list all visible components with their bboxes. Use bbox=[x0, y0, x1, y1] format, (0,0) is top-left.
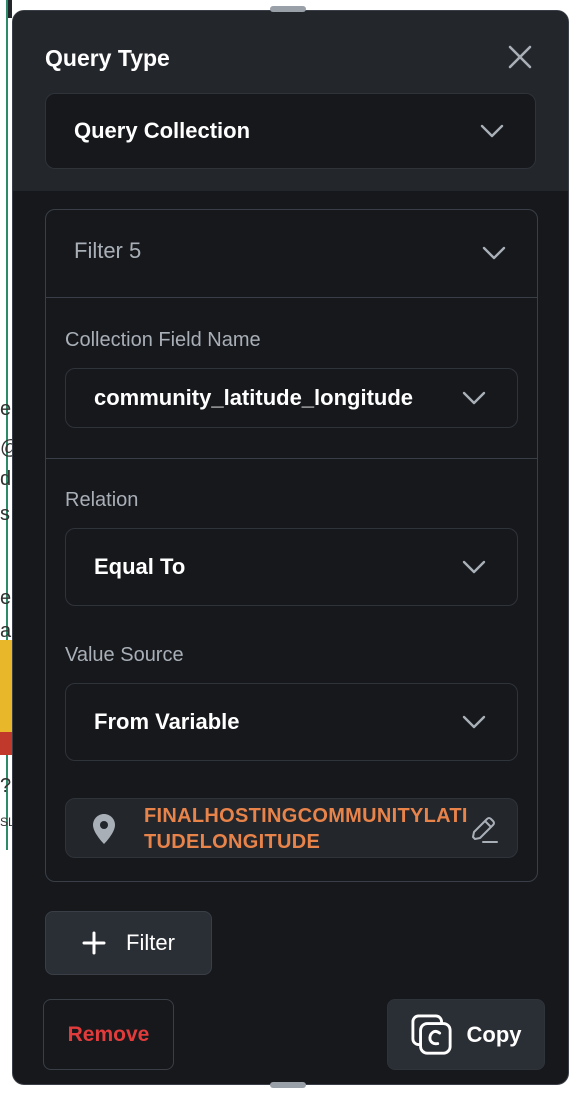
background-text: e bbox=[0, 587, 12, 609]
location-pin-icon bbox=[93, 814, 115, 844]
background-image bbox=[0, 640, 12, 755]
chevron-down-icon bbox=[462, 560, 486, 574]
bottom-drag-handle[interactable] bbox=[270, 1082, 306, 1088]
copy-label: Copy bbox=[466, 1021, 522, 1047]
variable-field[interactable]: FINALHOSTINGCOMMUNITYLATITUDELONGITUDE bbox=[65, 798, 518, 858]
value-source-value: From Variable bbox=[94, 709, 240, 734]
collection-field-label: Collection Field Name bbox=[65, 329, 261, 351]
chevron-down-icon bbox=[480, 124, 504, 138]
remove-button[interactable]: Remove bbox=[43, 999, 174, 1070]
relation-value: Equal To bbox=[94, 554, 186, 579]
relation-select[interactable]: Equal To bbox=[65, 528, 518, 606]
plus-icon bbox=[82, 931, 106, 955]
remove-label: Remove bbox=[67, 1022, 150, 1046]
collection-field-value: community_latitude_longitude bbox=[94, 385, 414, 410]
add-filter-button[interactable]: Filter bbox=[45, 911, 212, 975]
background-text: s bbox=[0, 503, 10, 525]
chevron-down-icon bbox=[462, 715, 486, 729]
chevron-down-icon bbox=[482, 246, 506, 260]
panel-title: Query Type bbox=[45, 45, 170, 71]
copy-button[interactable]: Copy bbox=[387, 999, 545, 1070]
close-icon[interactable] bbox=[506, 43, 534, 71]
copy-icon bbox=[410, 1013, 452, 1055]
query-type-value: Query Collection bbox=[74, 118, 251, 143]
relation-label: Relation bbox=[65, 489, 139, 511]
section-divider bbox=[46, 458, 537, 459]
panel-header: Query Type Query Collection bbox=[13, 11, 568, 191]
filter-title: Filter 5 bbox=[74, 238, 142, 263]
collection-field-select[interactable]: community_latitude_longitude bbox=[65, 368, 518, 428]
background-text: e bbox=[0, 398, 12, 420]
filter-card: Filter 5 Collection Field Name community… bbox=[45, 209, 538, 882]
query-settings-panel: Query Type Query Collection Filter 5 Col… bbox=[12, 10, 569, 1085]
filter-header[interactable]: Filter 5 bbox=[46, 210, 537, 298]
variable-name: FINALHOSTINGCOMMUNITYLATITUDELONGITUDE bbox=[144, 805, 468, 853]
background-fragment bbox=[8, 0, 12, 18]
query-type-select[interactable]: Query Collection bbox=[45, 93, 536, 169]
value-source-label: Value Source bbox=[65, 644, 184, 666]
background-text: d bbox=[0, 468, 12, 490]
background-text: ? bbox=[0, 775, 12, 797]
edit-pencil-icon[interactable] bbox=[467, 813, 499, 845]
value-source-select[interactable]: From Variable bbox=[65, 683, 518, 761]
chevron-down-icon bbox=[462, 391, 486, 405]
add-filter-label: Filter bbox=[126, 930, 175, 955]
top-drag-handle[interactable] bbox=[270, 6, 306, 12]
